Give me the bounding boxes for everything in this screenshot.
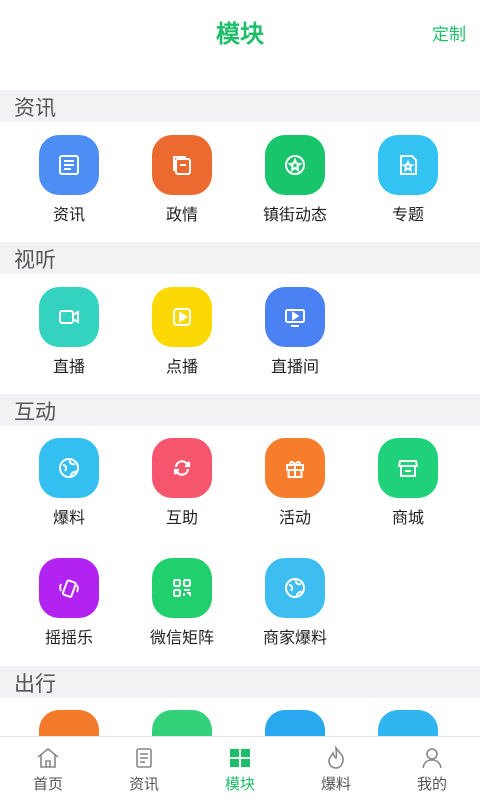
modules-grid-icon — [230, 749, 250, 767]
module-label: 政情 — [165, 205, 198, 224]
module-label: 专题 — [391, 205, 424, 224]
module-label: 商家爆料 — [262, 628, 327, 647]
home-icon — [37, 747, 59, 768]
module-label: 镇街动态 — [262, 205, 327, 224]
tab-label: 资讯 — [128, 775, 159, 793]
play-icon — [152, 287, 212, 347]
module-topic[interactable]: 专题 — [353, 135, 463, 225]
tab-tipoff[interactable]: 爆料 — [288, 737, 384, 800]
exchange-icon — [152, 438, 212, 498]
globe-icon — [39, 438, 99, 498]
module-mutual[interactable]: 互助 — [127, 438, 237, 528]
star-refresh-icon — [265, 135, 325, 195]
user-icon — [422, 748, 442, 769]
gift-icon — [265, 438, 325, 498]
module-tipoff[interactable]: 爆料 — [14, 438, 124, 528]
module-label: 直播间 — [270, 357, 319, 376]
section-title: 互动 — [14, 400, 56, 424]
page-title: 模块 — [216, 20, 264, 48]
module-shake[interactable]: 摇摇乐 — [14, 558, 124, 648]
tab-label: 爆料 — [320, 775, 351, 793]
module-news[interactable]: 资讯 — [14, 135, 124, 225]
tab-label: 首页 — [32, 775, 63, 793]
newspaper-icon — [39, 135, 99, 195]
globe-icon — [265, 558, 325, 618]
section-header-news: 资讯 — [0, 90, 480, 122]
tv-icon — [265, 287, 325, 347]
section-title: 资讯 — [14, 96, 56, 120]
module-label: 点播 — [165, 357, 198, 376]
module-merchant[interactable]: 商家爆料 — [240, 558, 350, 648]
tab-label: 模块 — [224, 775, 255, 793]
tab-mine[interactable]: 我的 — [384, 737, 480, 800]
module-live[interactable]: 直播 — [14, 287, 124, 377]
flame-icon — [328, 745, 344, 769]
module-label: 资讯 — [52, 205, 85, 224]
tab-news[interactable]: 资讯 — [96, 737, 192, 800]
section-header-interact: 互动 — [0, 394, 480, 426]
module-vod[interactable]: 点播 — [127, 287, 237, 377]
bottom-tab-bar: 首页 资讯 模块 爆料 我的 — [0, 736, 480, 800]
module-label: 摇摇乐 — [44, 628, 93, 647]
section-title: 视听 — [14, 248, 56, 272]
grid-apps-icon — [152, 558, 212, 618]
module-label: 爆料 — [52, 508, 85, 527]
module-activity[interactable]: 活动 — [240, 438, 350, 528]
module-label: 商城 — [391, 508, 424, 527]
store-icon — [378, 438, 438, 498]
shake-phone-icon — [39, 558, 99, 618]
section-title: 出行 — [14, 672, 56, 696]
customize-button[interactable]: 定制 — [432, 20, 466, 45]
tab-module[interactable]: 模块 — [192, 737, 288, 800]
module-label: 互助 — [165, 508, 198, 527]
top-bar: 模块 定制 — [0, 0, 480, 62]
tab-label: 我的 — [416, 775, 447, 793]
module-label: 微信矩阵 — [149, 628, 214, 647]
module-town[interactable]: 镇街动态 — [240, 135, 350, 225]
documents-icon — [152, 135, 212, 195]
section-header-media: 视听 — [0, 242, 480, 274]
video-camera-icon — [39, 287, 99, 347]
star-document-icon — [378, 135, 438, 195]
module-politics[interactable]: 政情 — [127, 135, 237, 225]
module-label: 活动 — [278, 508, 311, 527]
module-label: 直播 — [52, 357, 85, 376]
tab-home[interactable]: 首页 — [0, 737, 96, 800]
modules-page: 模块 定制 资讯 资讯 政情 镇街动态 专题 视听 直播 点播 直播间 互动 爆… — [0, 0, 480, 800]
module-liveroom[interactable]: 直播间 — [240, 287, 350, 377]
section-header-travel: 出行 — [0, 666, 480, 698]
newspaper-icon — [136, 748, 152, 768]
module-wechat[interactable]: 微信矩阵 — [127, 558, 237, 648]
module-mall[interactable]: 商城 — [353, 438, 463, 528]
